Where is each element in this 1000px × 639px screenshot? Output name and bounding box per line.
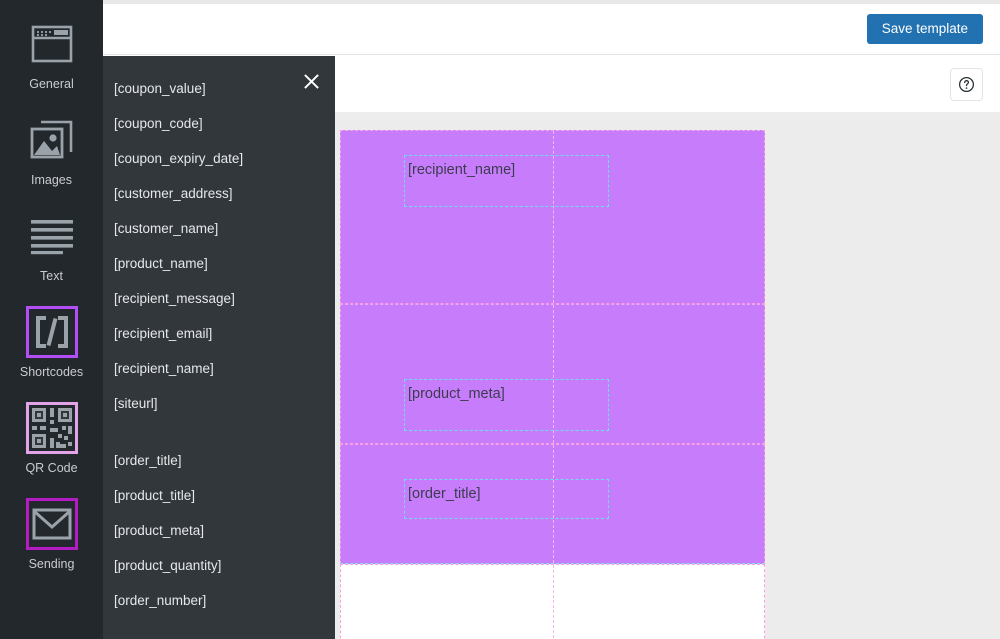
question-circle-icon	[958, 76, 975, 93]
shortcode-item[interactable]: [product_meta]	[103, 513, 335, 548]
shortcode-brackets-icon	[26, 306, 78, 358]
canvas-block-row-2[interactable]: [product_meta]	[340, 304, 765, 444]
shortcode-item[interactable]: [customer_name]	[103, 211, 335, 246]
sidebar-label-text: Text	[40, 269, 63, 284]
help-button[interactable]	[950, 68, 983, 101]
sidebar-item-general[interactable]: General	[0, 0, 103, 101]
canvas-block-row-4[interactable]	[340, 564, 765, 639]
shortcode-item[interactable]: [coupon_value]	[103, 71, 335, 106]
save-template-button[interactable]: Save template	[867, 14, 983, 45]
shortcode-item[interactable]: [order_number]	[103, 583, 335, 618]
left-icon-rail: General Images	[0, 0, 103, 639]
image-stack-icon	[26, 114, 78, 166]
shortcode-item[interactable]: [recipient_message]	[103, 281, 335, 316]
shortcodes-panel: [coupon_value] [coupon_code] [coupon_exp…	[103, 56, 335, 639]
canvas-block-row-1[interactable]: [recipient_name]	[340, 130, 765, 304]
sidebar-item-text[interactable]: Text	[0, 197, 103, 293]
shortcode-group-separator	[103, 421, 335, 443]
column-divider	[553, 565, 554, 639]
secondary-toolbar	[335, 56, 1000, 113]
placeholder-order-title[interactable]: [order_title]	[404, 479, 609, 519]
sidebar-label-general: General	[29, 77, 73, 92]
sidebar-label-shortcodes: Shortcodes	[20, 365, 83, 380]
placeholder-recipient-name[interactable]: [recipient_name]	[404, 155, 609, 207]
placeholder-product-meta[interactable]: [product_meta]	[404, 379, 609, 431]
qr-code-icon	[26, 402, 78, 454]
sidebar-item-qr-code[interactable]: QR Code	[0, 389, 103, 485]
shortcode-item[interactable]: [product_quantity]	[103, 548, 335, 583]
shortcode-list: [coupon_value] [coupon_code] [coupon_exp…	[103, 71, 335, 618]
sidebar-label-qr-code: QR Code	[25, 461, 77, 476]
envelope-icon	[26, 498, 78, 550]
canvas-workspace: [recipient_name] [product_meta] [order_t…	[335, 113, 1000, 639]
browser-window-icon	[26, 18, 78, 70]
email-template-canvas[interactable]: [recipient_name] [product_meta] [order_t…	[340, 130, 765, 639]
sidebar-label-images: Images	[31, 173, 72, 188]
shortcode-item[interactable]: [product_title]	[103, 478, 335, 513]
shortcode-item[interactable]: [recipient_email]	[103, 316, 335, 351]
sidebar-item-images[interactable]: Images	[0, 101, 103, 197]
canvas-block-row-3[interactable]: [order_title]	[340, 444, 765, 564]
shortcode-item[interactable]: [product_name]	[103, 246, 335, 281]
shortcode-item[interactable]: [order_title]	[103, 443, 335, 478]
shortcode-item[interactable]: [coupon_code]	[103, 106, 335, 141]
shortcode-item[interactable]: [customer_address]	[103, 176, 335, 211]
sidebar-item-shortcodes[interactable]: Shortcodes	[0, 293, 103, 389]
primary-toolbar: Save template	[103, 4, 1000, 55]
sidebar-label-sending: Sending	[29, 557, 75, 572]
shortcode-item[interactable]: [recipient_name]	[103, 351, 335, 386]
sidebar-item-sending[interactable]: Sending	[0, 485, 103, 581]
app-root: Save template [recipient_name] [product_…	[0, 0, 1000, 639]
shortcode-item[interactable]: [coupon_expiry_date]	[103, 141, 335, 176]
text-lines-icon	[26, 210, 78, 262]
shortcode-item[interactable]: [siteurl]	[103, 386, 335, 421]
